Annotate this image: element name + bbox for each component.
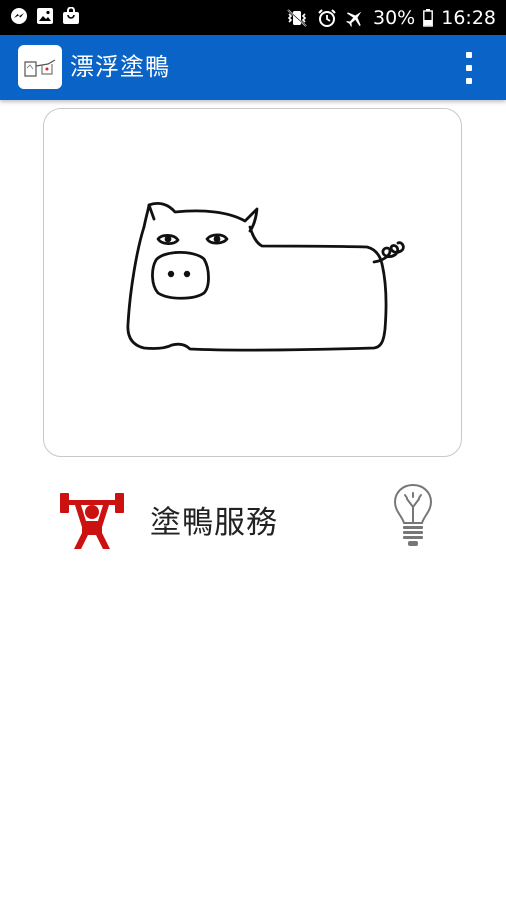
alarm-icon — [317, 8, 337, 28]
gallery-icon — [36, 7, 54, 29]
app-title: 漂浮塗鴨 — [70, 53, 170, 81]
battery-icon — [423, 8, 434, 27]
lightbulb-icon[interactable] — [392, 481, 434, 549]
battery-percent: 30% — [373, 6, 416, 29]
clock: 16:28 — [441, 6, 496, 29]
overflow-menu-icon[interactable] — [462, 52, 476, 84]
menu-dot — [466, 52, 472, 58]
service-label[interactable]: 塗鴨服務 — [150, 497, 278, 542]
messenger-icon — [10, 7, 28, 29]
app-bar: 漂浮塗鴨 — [0, 35, 506, 100]
service-row[interactable]: 塗鴨服務 — [0, 475, 506, 565]
shopping-bag-icon — [62, 6, 80, 29]
vibrate-mute-icon — [285, 8, 309, 28]
app-logo-icon — [18, 45, 62, 89]
status-left-icons — [10, 6, 80, 29]
weightlifter-icon[interactable] — [58, 483, 126, 551]
drawing-canvas-card[interactable] — [43, 108, 462, 457]
menu-dot — [466, 78, 472, 84]
airplane-mode-icon — [345, 8, 365, 28]
pig-doodle — [126, 202, 405, 352]
menu-dot — [466, 65, 472, 71]
status-right-icons: 30% 16:28 — [285, 0, 496, 35]
status-bar: 30% 16:28 — [0, 0, 506, 35]
